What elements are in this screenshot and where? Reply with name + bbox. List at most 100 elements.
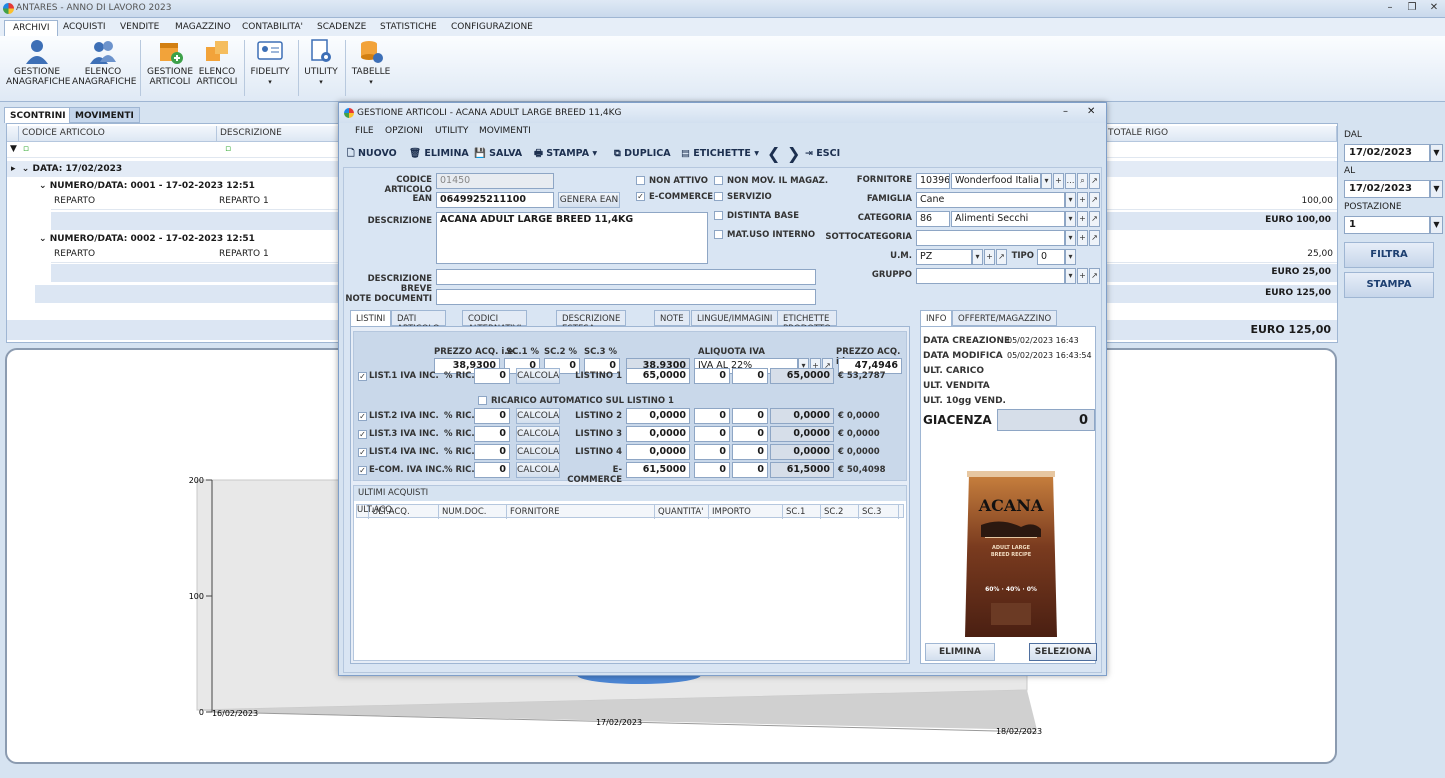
ric-input[interactable]: 0 [474, 462, 510, 478]
close-icon[interactable]: ✕ [1087, 106, 1095, 117]
tab-scadenze[interactable]: SCADENZE [309, 20, 374, 36]
distinta-checkbox[interactable]: DISTINTA BASE [714, 211, 799, 221]
listino-checkbox[interactable]: ✓ [358, 448, 367, 457]
link-icon[interactable]: ↗ [1089, 211, 1100, 227]
elimina-button[interactable]: 🗑 ELIMINA [409, 143, 469, 165]
tab-scontrini[interactable]: SCONTRINI [4, 107, 72, 123]
link-icon[interactable]: ↗ [996, 249, 1007, 265]
listino-price-input[interactable]: 0,0000 [626, 426, 690, 442]
tab-etichette-prodotto[interactable]: ETICHETTE PRODOTTO [777, 310, 837, 334]
sottocategoria-select[interactable] [916, 230, 1065, 246]
close-icon[interactable]: ✕ [1426, 2, 1442, 16]
minimize-icon[interactable]: – [1382, 2, 1398, 16]
calcola-button[interactable]: CALCOLA [516, 368, 560, 384]
filtra-button[interactable]: FILTRA [1344, 242, 1434, 268]
link-icon[interactable]: ↗ [1089, 230, 1100, 246]
elenco-anagrafiche-button[interactable]: ELENCO ANAGRAFICHE [72, 38, 136, 98]
nuovo-button[interactable]: 🗋 NUOVO [347, 143, 397, 165]
gruppo-select[interactable] [916, 268, 1065, 284]
chevron-down-icon[interactable]: ▼ [1430, 180, 1443, 198]
col-num-doc[interactable]: NUM.DOC. [439, 505, 507, 519]
tipo-select[interactable]: 0 [1037, 249, 1065, 265]
genera-ean-button[interactable]: GENERA EAN [558, 192, 620, 208]
non-attivo-checkbox[interactable]: NON ATTIVO [636, 176, 708, 186]
link-icon[interactable]: ↗ [1089, 268, 1100, 284]
mat-uso-checkbox[interactable]: MAT.USO INTERNO [714, 230, 815, 240]
listino-a-input[interactable]: 0 [694, 426, 730, 442]
tab-codici-alternativi[interactable]: CODICI ALTERNATIVI [462, 310, 528, 334]
tab-archivi[interactable]: ARCHIVI [4, 20, 59, 36]
tab-movimenti[interactable]: MOVIMENTI [69, 107, 140, 123]
stampa-button[interactable]: STAMPA [1344, 272, 1434, 298]
um-select[interactable]: PZ [916, 249, 972, 265]
add-icon[interactable]: + [1077, 268, 1088, 284]
chevron-down-icon[interactable]: ▾ [972, 249, 983, 265]
next-icon[interactable]: ❯ [787, 143, 800, 165]
fornitore-code-input[interactable]: 10396 [916, 173, 950, 189]
listino-b-input[interactable]: 0 [732, 444, 768, 460]
search-icon[interactable]: ⌕ [1077, 173, 1088, 189]
restore-icon[interactable]: ❐ [1404, 2, 1420, 16]
minimize-icon[interactable]: – [1063, 106, 1068, 117]
chevron-down-icon[interactable]: ▼ [1430, 216, 1443, 234]
add-icon[interactable]: + [984, 249, 995, 265]
listino-b-input[interactable]: 0 [732, 426, 768, 442]
calcola-button[interactable]: CALCOLA [516, 426, 560, 442]
elimina-image-button[interactable]: ELIMINA [925, 643, 995, 661]
categoria-code-input[interactable]: 86 [916, 211, 950, 227]
col-sc2[interactable]: SC.2 [821, 505, 859, 519]
tab-magazzino[interactable]: MAGAZZINO [167, 20, 239, 36]
calcola-button[interactable]: CALCOLA [516, 444, 560, 460]
tab-acquisti[interactable]: ACQUISTI [55, 20, 113, 36]
note-doc-input[interactable] [436, 289, 816, 305]
col-sc3[interactable]: SC.3 [859, 505, 899, 519]
col-importo[interactable]: IMPORTO [709, 505, 783, 519]
menu-opzioni[interactable]: OPZIONI [385, 126, 423, 136]
fornitore-name-input[interactable]: Wonderfood Italia s [951, 173, 1041, 189]
tab-info[interactable]: INFO [920, 310, 953, 326]
listino-price-input[interactable]: 65,0000 [626, 368, 690, 384]
listino-b-input[interactable]: 0 [732, 462, 768, 478]
calcola-button[interactable]: CALCOLA [516, 462, 560, 478]
menu-movimenti[interactable]: MOVIMENTI [479, 126, 531, 136]
desc-breve-input[interactable] [436, 269, 816, 285]
listino-price-input[interactable]: 0,0000 [626, 408, 690, 424]
group-row[interactable]: ⌄ NUMERO/DATA: 0001 - 17-02-2023 12:51 [35, 178, 337, 194]
listino-checkbox[interactable]: ✓ [358, 430, 367, 439]
listino-a-input[interactable]: 0 [694, 368, 730, 384]
chevron-down-icon[interactable]: ▾ [1065, 230, 1076, 246]
dal-date-input[interactable]: 17/02/2023 [1344, 144, 1430, 162]
codice-input[interactable]: 01450 [436, 173, 554, 189]
tab-vendite[interactable]: VENDITE [112, 20, 167, 36]
listino-checkbox[interactable]: ✓ [358, 372, 367, 381]
link-icon[interactable]: ↗ [1089, 192, 1100, 208]
tab-configurazione[interactable]: CONFIGURAZIONE [443, 20, 541, 36]
listino-price-input[interactable]: 0,0000 [626, 444, 690, 460]
add-icon[interactable]: + [1077, 230, 1088, 246]
link-icon[interactable]: ↗ [1089, 173, 1100, 189]
elenco-articoli-button[interactable]: ELENCO ARTICOLI [196, 38, 238, 98]
listino-a-input[interactable]: 0 [694, 408, 730, 424]
previous-icon[interactable]: ❮ [767, 143, 780, 165]
col-header-descrizione[interactable]: DESCRIZIONE [217, 126, 339, 142]
ric-input[interactable]: 0 [474, 368, 510, 384]
duplica-button[interactable]: ⧉ DUPLICA [614, 143, 671, 165]
ricarico-auto-checkbox[interactable]: RICARICO AUTOMATICO SUL LISTINO 1 [478, 396, 674, 406]
tabelle-button[interactable]: TABELLE ▾ [350, 38, 392, 98]
listino-b-input[interactable]: 0 [732, 408, 768, 424]
listino-checkbox[interactable]: ✓ [358, 412, 367, 421]
utility-button[interactable]: UTILITY ▾ [302, 38, 340, 98]
col-fornitore[interactable]: FORNITORE [507, 505, 655, 519]
gestione-articoli-button[interactable]: GESTIONE ARTICOLI [146, 38, 194, 98]
add-icon[interactable]: + [1077, 192, 1088, 208]
tab-offerte-magazzino[interactable]: OFFERTE/MAGAZZINO [952, 310, 1058, 326]
more-icon[interactable]: … [1065, 173, 1076, 189]
ecommerce-checkbox[interactable]: ✓ E-COMMERCE [636, 192, 713, 202]
col-header-totale[interactable]: TOTALE RIGO [1105, 126, 1337, 142]
non-mov-checkbox[interactable]: NON MOV. IL MAGAZ. [714, 176, 828, 186]
col-ult-acq[interactable]: ULT.ACQ. [369, 505, 439, 519]
chevron-down-icon[interactable]: ▾ [1041, 173, 1052, 189]
ric-input[interactable]: 0 [474, 426, 510, 442]
chevron-down-icon[interactable]: ▾ [1065, 249, 1076, 265]
tab-contabilita[interactable]: CONTABILITA' [234, 20, 311, 36]
